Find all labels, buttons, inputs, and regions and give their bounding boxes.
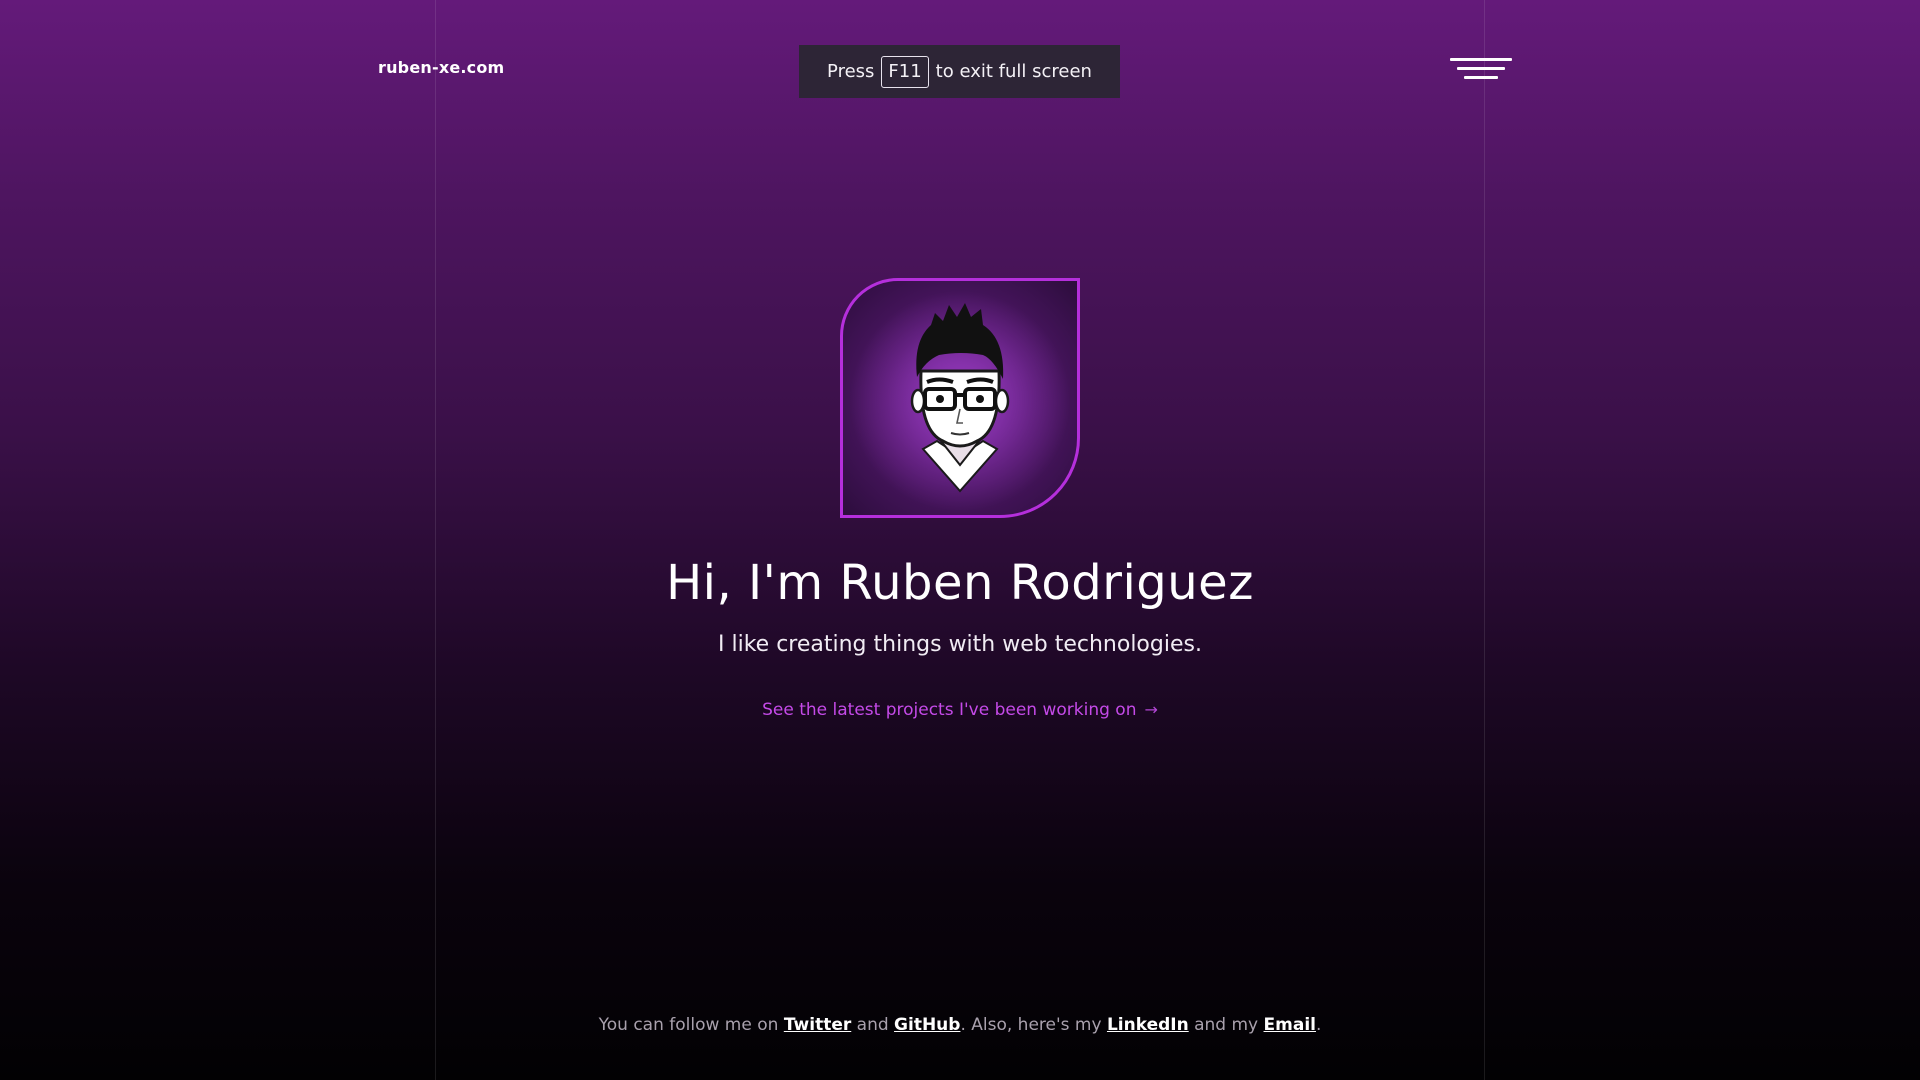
- menu-line: [1464, 76, 1498, 79]
- hero-headline: Hi, I'm Ruben Rodriguez: [666, 555, 1254, 611]
- hero-tagline: I like creating things with web technolo…: [718, 632, 1202, 657]
- avatar-illustration: [850, 291, 1070, 511]
- arrow-right-icon: →: [1144, 700, 1158, 719]
- site-brand-link[interactable]: ruben-xe.com: [378, 58, 504, 77]
- projects-cta: See the latest projects I've been workin…: [0, 700, 1920, 720]
- menu-line: [1450, 58, 1512, 61]
- projects-link-label: See the latest projects I've been workin…: [762, 700, 1137, 720]
- fullscreen-notice-key: F11: [881, 55, 929, 88]
- fullscreen-notice-suffix: to exit full screen: [935, 61, 1092, 82]
- fullscreen-notice-prefix: Press: [827, 61, 875, 82]
- twitter-link[interactable]: Twitter: [784, 1015, 851, 1035]
- projects-link[interactable]: See the latest projects I've been workin…: [762, 700, 1158, 720]
- footer-text: and my: [1194, 1015, 1259, 1035]
- email-link[interactable]: Email: [1264, 1015, 1316, 1035]
- footer-social-text: You can follow me on Twitter and GitHub.…: [0, 1015, 1920, 1035]
- footer-text: You can follow me on: [598, 1015, 779, 1035]
- footer-text: . Also, here's my: [960, 1015, 1102, 1035]
- footer-text: and: [856, 1015, 889, 1035]
- avatar: [840, 278, 1080, 518]
- linkedin-link[interactable]: LinkedIn: [1107, 1015, 1189, 1035]
- layout-guide-left: [435, 0, 436, 1080]
- layout-guide-right: [1484, 0, 1485, 1080]
- footer-text: .: [1315, 1015, 1322, 1035]
- hamburger-menu-icon[interactable]: [1450, 56, 1514, 84]
- menu-line: [1457, 67, 1505, 70]
- fullscreen-notice: Press F11 to exit full screen: [799, 45, 1120, 98]
- github-link[interactable]: GitHub: [894, 1015, 960, 1035]
